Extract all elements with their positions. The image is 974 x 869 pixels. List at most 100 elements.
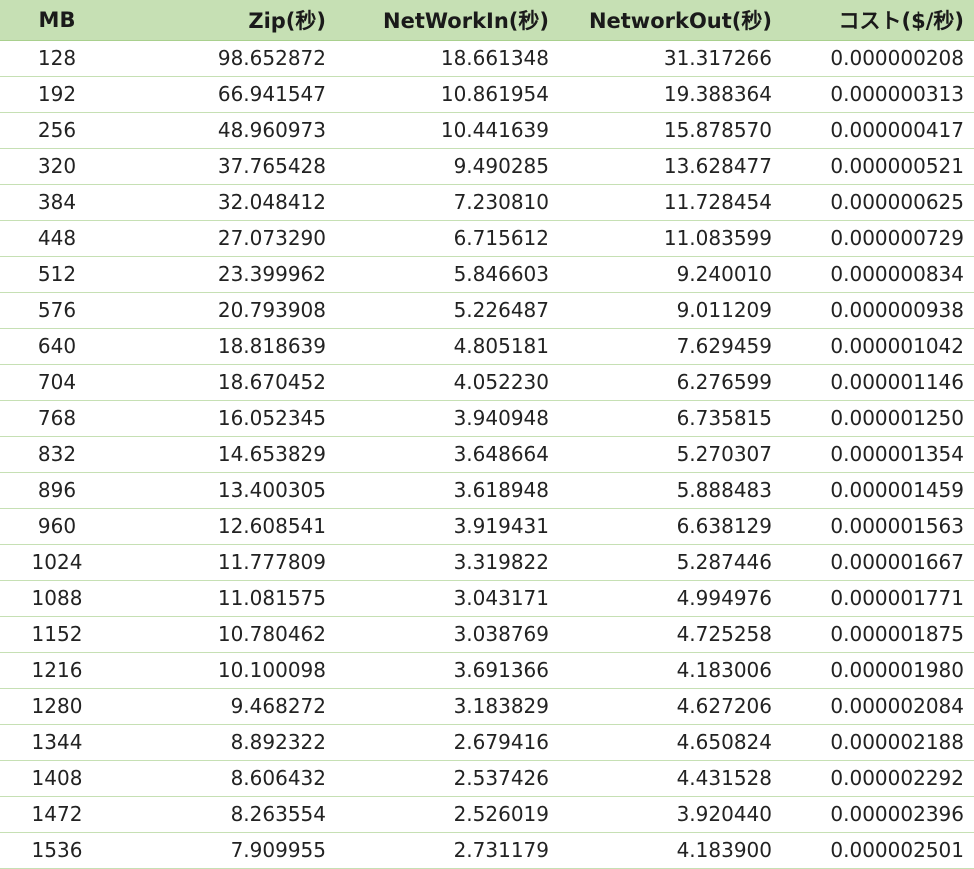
cell-mb[interactable]: 1280 — [0, 688, 114, 725]
cell-cost[interactable]: 0.000002396 — [782, 796, 974, 833]
header-zip[interactable]: Zip(秒) — [114, 0, 336, 41]
cell-cost[interactable]: 0.000000938 — [782, 292, 974, 329]
cell-mb[interactable]: 704 — [0, 364, 114, 401]
cell-network-in[interactable]: 2.731179 — [336, 832, 559, 869]
cell-cost[interactable]: 0.000001563 — [782, 508, 974, 545]
cell-cost[interactable]: 0.000001146 — [782, 364, 974, 401]
cell-cost[interactable]: 0.000000834 — [782, 256, 974, 293]
cell-mb[interactable]: 576 — [0, 292, 114, 329]
cell-network-in[interactable]: 18.661348 — [336, 40, 559, 77]
header-cost[interactable]: コスト($/秒) — [782, 0, 974, 41]
cell-network-out[interactable]: 5.270307 — [559, 436, 782, 473]
cell-zip[interactable]: 14.653829 — [114, 436, 336, 473]
cell-network-out[interactable]: 9.240010 — [559, 256, 782, 293]
cell-cost[interactable]: 0.000001875 — [782, 616, 974, 653]
cell-zip[interactable]: 11.081575 — [114, 580, 336, 617]
cell-network-out[interactable]: 5.287446 — [559, 544, 782, 581]
cell-zip[interactable]: 98.652872 — [114, 40, 336, 77]
cell-mb[interactable]: 768 — [0, 400, 114, 437]
cell-network-out[interactable]: 6.735815 — [559, 400, 782, 437]
cell-cost[interactable]: 0.000000521 — [782, 148, 974, 185]
cell-zip[interactable]: 20.793908 — [114, 292, 336, 329]
cell-mb[interactable]: 960 — [0, 508, 114, 545]
cell-zip[interactable]: 32.048412 — [114, 184, 336, 221]
cell-network-in[interactable]: 2.537426 — [336, 760, 559, 797]
cell-cost[interactable]: 0.000000625 — [782, 184, 974, 221]
cell-zip[interactable]: 11.777809 — [114, 544, 336, 581]
cell-mb[interactable]: 256 — [0, 112, 114, 149]
cell-zip[interactable]: 8.606432 — [114, 760, 336, 797]
cell-cost[interactable]: 0.000000417 — [782, 112, 974, 149]
cell-network-in[interactable]: 3.648664 — [336, 436, 559, 473]
header-network-out[interactable]: NetworkOut(秒) — [559, 0, 782, 41]
cell-network-out[interactable]: 4.183006 — [559, 652, 782, 689]
cell-network-out[interactable]: 4.627206 — [559, 688, 782, 725]
cell-mb[interactable]: 384 — [0, 184, 114, 221]
cell-network-in[interactable]: 3.919431 — [336, 508, 559, 545]
cell-cost[interactable]: 0.000001459 — [782, 472, 974, 509]
cell-cost[interactable]: 0.000002084 — [782, 688, 974, 725]
cell-mb[interactable]: 1152 — [0, 616, 114, 653]
cell-network-in[interactable]: 9.490285 — [336, 148, 559, 185]
cell-zip[interactable]: 9.468272 — [114, 688, 336, 725]
cell-network-out[interactable]: 5.888483 — [559, 472, 782, 509]
cell-network-in[interactable]: 10.861954 — [336, 76, 559, 113]
cell-network-in[interactable]: 2.526019 — [336, 796, 559, 833]
cell-mb[interactable]: 832 — [0, 436, 114, 473]
cell-mb[interactable]: 320 — [0, 148, 114, 185]
cell-zip[interactable]: 13.400305 — [114, 472, 336, 509]
cell-network-in[interactable]: 3.319822 — [336, 544, 559, 581]
cell-network-out[interactable]: 6.276599 — [559, 364, 782, 401]
cell-network-in[interactable]: 5.226487 — [336, 292, 559, 329]
cell-network-in[interactable]: 3.940948 — [336, 400, 559, 437]
cell-network-in[interactable]: 10.441639 — [336, 112, 559, 149]
cell-network-out[interactable]: 19.388364 — [559, 76, 782, 113]
cell-mb[interactable]: 640 — [0, 328, 114, 365]
cell-zip[interactable]: 12.608541 — [114, 508, 336, 545]
cell-zip[interactable]: 18.670452 — [114, 364, 336, 401]
cell-mb[interactable]: 192 — [0, 76, 114, 113]
cell-network-out[interactable]: 11.083599 — [559, 220, 782, 257]
cell-network-out[interactable]: 3.920440 — [559, 796, 782, 833]
cell-mb[interactable]: 1408 — [0, 760, 114, 797]
cell-cost[interactable]: 0.000001250 — [782, 400, 974, 437]
cell-network-out[interactable]: 4.994976 — [559, 580, 782, 617]
cell-cost[interactable]: 0.000001771 — [782, 580, 974, 617]
cell-cost[interactable]: 0.000001042 — [782, 328, 974, 365]
cell-network-out[interactable]: 4.650824 — [559, 724, 782, 761]
cell-zip[interactable]: 16.052345 — [114, 400, 336, 437]
cell-network-in[interactable]: 5.846603 — [336, 256, 559, 293]
cell-network-out[interactable]: 7.629459 — [559, 328, 782, 365]
cell-zip[interactable]: 37.765428 — [114, 148, 336, 185]
cell-cost[interactable]: 0.000001667 — [782, 544, 974, 581]
cell-cost[interactable]: 0.000000729 — [782, 220, 974, 257]
cell-zip[interactable]: 18.818639 — [114, 328, 336, 365]
cell-mb[interactable]: 128 — [0, 40, 114, 77]
header-mb[interactable]: MB — [0, 0, 114, 41]
cell-mb[interactable]: 1216 — [0, 652, 114, 689]
cell-network-out[interactable]: 4.431528 — [559, 760, 782, 797]
cell-network-out[interactable]: 6.638129 — [559, 508, 782, 545]
cell-cost[interactable]: 0.000002292 — [782, 760, 974, 797]
cell-cost[interactable]: 0.000000208 — [782, 40, 974, 77]
cell-network-out[interactable]: 4.183900 — [559, 832, 782, 869]
cell-network-in[interactable]: 4.805181 — [336, 328, 559, 365]
cell-network-out[interactable]: 13.628477 — [559, 148, 782, 185]
cell-network-in[interactable]: 6.715612 — [336, 220, 559, 257]
cell-cost[interactable]: 0.000001354 — [782, 436, 974, 473]
cell-zip[interactable]: 7.909955 — [114, 832, 336, 869]
cell-zip[interactable]: 10.100098 — [114, 652, 336, 689]
cell-zip[interactable]: 23.399962 — [114, 256, 336, 293]
cell-network-in[interactable]: 3.043171 — [336, 580, 559, 617]
cell-network-in[interactable]: 7.230810 — [336, 184, 559, 221]
cell-network-in[interactable]: 3.183829 — [336, 688, 559, 725]
cell-cost[interactable]: 0.000000313 — [782, 76, 974, 113]
cell-mb[interactable]: 448 — [0, 220, 114, 257]
cell-network-in[interactable]: 4.052230 — [336, 364, 559, 401]
cell-network-out[interactable]: 4.725258 — [559, 616, 782, 653]
cell-network-out[interactable]: 31.317266 — [559, 40, 782, 77]
cell-zip[interactable]: 8.892322 — [114, 724, 336, 761]
cell-cost[interactable]: 0.000001980 — [782, 652, 974, 689]
cell-zip[interactable]: 48.960973 — [114, 112, 336, 149]
cell-network-out[interactable]: 11.728454 — [559, 184, 782, 221]
